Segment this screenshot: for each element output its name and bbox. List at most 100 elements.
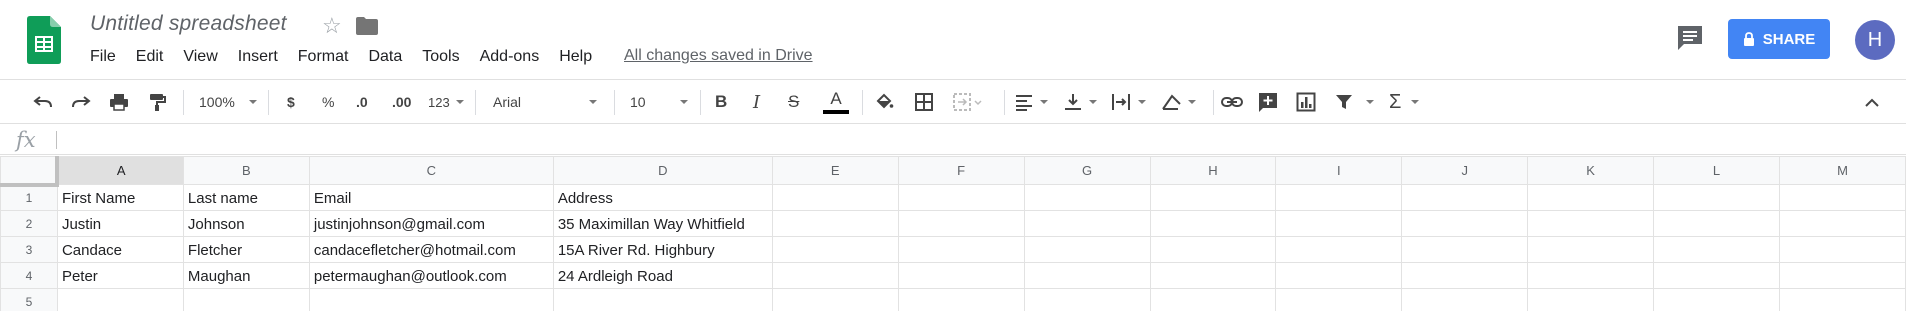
menu-help[interactable]: Help [559,48,592,66]
text-wrap-icon[interactable] [1110,80,1146,124]
currency-format-button[interactable]: $ [287,80,295,124]
align-left-icon[interactable] [1014,80,1048,124]
cell[interactable]: Justin [56,210,184,237]
column-header[interactable]: A [56,156,184,185]
cell[interactable] [1527,262,1655,289]
cell[interactable]: Email [308,184,554,211]
cell[interactable] [182,288,310,311]
merge-cells-icon[interactable] [952,80,982,124]
redo-icon[interactable] [71,80,91,124]
strikethrough-icon[interactable]: S [788,80,799,124]
comment-add-icon[interactable] [1258,80,1278,124]
fill-color-icon[interactable] [874,80,894,124]
cell[interactable] [1401,210,1529,237]
cell[interactable] [771,288,899,311]
collapse-icon[interactable] [1864,80,1880,124]
zoom-select[interactable]: 100% [199,80,257,124]
cell[interactable] [897,184,1025,211]
cell[interactable] [897,288,1025,311]
cell[interactable]: 15A River Rd. Highbury [552,236,773,263]
cell[interactable] [1149,288,1277,311]
row-header[interactable]: 5 [0,288,58,311]
cell[interactable] [1527,210,1655,237]
more-formats-select[interactable]: 123 [428,80,464,124]
increase-decimal-button[interactable]: .00 [392,80,411,124]
cell[interactable] [1149,262,1277,289]
bold-icon[interactable]: B [715,80,727,124]
column-header[interactable]: M [1778,156,1906,185]
cell[interactable] [771,184,899,211]
cell[interactable]: justinjohnson@gmail.com [308,210,554,237]
functions-icon[interactable]: Σ [1389,80,1420,124]
menu-data[interactable]: Data [368,48,402,66]
column-header[interactable]: B [182,156,310,185]
cell[interactable] [1149,236,1277,263]
cell[interactable] [1023,210,1151,237]
sheets-logo-icon[interactable] [27,16,61,64]
text-color-icon[interactable]: A [823,80,849,124]
column-header[interactable]: K [1527,156,1655,185]
cell[interactable] [56,288,184,311]
cell[interactable] [1275,236,1403,263]
menu-edit[interactable]: Edit [136,48,164,66]
vertical-align-icon[interactable] [1063,80,1097,124]
document-title[interactable]: Untitled spreadsheet [90,12,287,36]
cell[interactable]: First Name [56,184,184,211]
print-icon[interactable] [109,80,129,124]
cell[interactable] [897,210,1025,237]
cell[interactable] [1401,262,1529,289]
cell[interactable] [1275,210,1403,237]
cell[interactable]: Last name [182,184,310,211]
cell[interactable] [1653,262,1780,289]
cell[interactable] [1653,210,1780,237]
column-header[interactable]: I [1275,156,1403,185]
cell[interactable] [1527,288,1655,311]
cell[interactable] [552,288,773,311]
paint-format-icon[interactable] [147,80,167,124]
menu-insert[interactable]: Insert [238,48,278,66]
menu-format[interactable]: Format [298,48,349,66]
font-family-select[interactable]: Arial [493,80,597,124]
row-header[interactable]: 4 [0,262,58,289]
font-size-select[interactable]: 10 [630,80,688,124]
italic-icon[interactable]: I [753,80,760,124]
undo-icon[interactable] [33,80,53,124]
cell[interactable] [1653,236,1780,263]
row-header[interactable]: 1 [0,184,58,211]
cell[interactable] [1778,210,1906,237]
column-header[interactable]: D [552,156,773,185]
cell[interactable] [771,262,899,289]
cell[interactable]: 35 Maximillan Way Whitfield [552,210,773,237]
column-header[interactable]: F [897,156,1025,185]
cell[interactable]: Johnson [182,210,310,237]
formula-input[interactable] [62,127,1892,153]
cell[interactable] [1023,288,1151,311]
cell[interactable] [897,236,1025,263]
cell[interactable] [1527,184,1655,211]
cell[interactable] [1778,236,1906,263]
row-header[interactable]: 3 [0,236,58,263]
menu-view[interactable]: View [183,48,217,66]
cell[interactable] [1023,262,1151,289]
column-header[interactable]: G [1023,156,1151,185]
cell[interactable] [1778,262,1906,289]
select-all-corner[interactable] [0,156,60,187]
row-header[interactable]: 2 [0,210,58,237]
cell[interactable]: candacefletcher@hotmail.com [308,236,554,263]
cell[interactable] [1275,262,1403,289]
column-header[interactable]: H [1149,156,1277,185]
cell[interactable] [1401,288,1529,311]
cell[interactable] [1023,184,1151,211]
cell[interactable] [1275,184,1403,211]
cell[interactable]: petermaughan@outlook.com [308,262,554,289]
cell[interactable] [1401,236,1529,263]
cell[interactable]: Fletcher [182,236,310,263]
cell[interactable] [1778,288,1906,311]
cell[interactable] [1149,210,1277,237]
cell[interactable] [308,288,554,311]
cell[interactable]: Peter [56,262,184,289]
star-icon[interactable]: ☆ [322,13,342,39]
share-button[interactable]: SHARE [1728,19,1830,59]
cell[interactable] [1653,184,1780,211]
percent-format-button[interactable]: % [322,80,334,124]
